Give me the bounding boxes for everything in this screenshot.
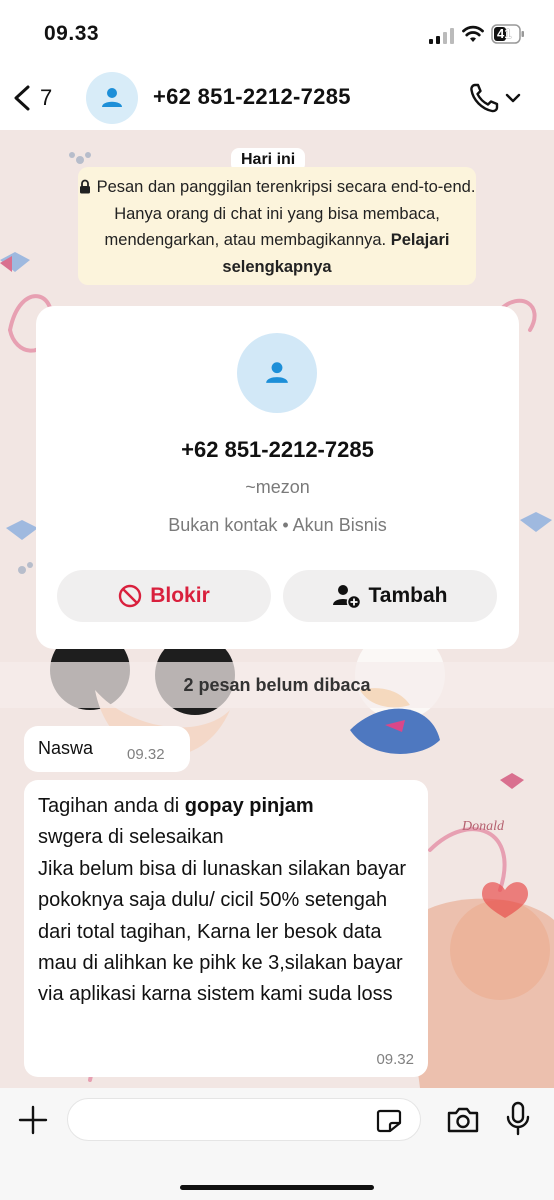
message-time: 09.32 [376, 1051, 414, 1068]
message-bubble[interactable]: Tagihan anda di gopay pinjam swgera di se… [24, 780, 428, 1077]
cellular-signal-icon [429, 28, 454, 44]
sticker-icon[interactable] [376, 1109, 402, 1133]
camera-icon[interactable] [446, 1106, 480, 1134]
add-contact-button[interactable]: Tambah [283, 570, 497, 622]
composer-bar [0, 1088, 554, 1200]
add-user-icon [332, 585, 361, 609]
contact-card: +62 851-2212-7285 ~mezon Bukan kontak • … [36, 306, 519, 649]
user-icon [102, 88, 122, 107]
unread-chats-count[interactable]: 7 [40, 85, 52, 111]
lock-icon [79, 179, 90, 194]
contact-avatar [237, 333, 317, 413]
contact-alias: ~mezon [245, 477, 310, 497]
user-icon [266, 362, 288, 383]
sender-name: Naswa [38, 738, 94, 758]
contact-meta: Bukan kontak • Akun Bisnis [168, 515, 387, 535]
message-text-rest: swgera di selesaikan Jika belum bisa di … [38, 826, 406, 1006]
add-label: Tambah [368, 584, 448, 607]
message-bubble-sender[interactable]: Naswa 09.32 [24, 726, 190, 772]
block-label: Blokir [150, 584, 210, 607]
phone-icon[interactable] [468, 82, 502, 114]
message-time: 09.32 [127, 746, 165, 763]
status-bar: 09.33 41 [0, 0, 554, 66]
chevron-down-icon[interactable] [505, 92, 521, 104]
block-icon [119, 584, 142, 608]
status-time: 09.33 [44, 22, 100, 45]
chat-header: 7 +62 851-2212-7285 [0, 66, 554, 130]
mic-icon[interactable] [505, 1101, 531, 1137]
back-chevron-icon[interactable] [10, 84, 34, 112]
contact-phone: +62 851-2212-7285 [181, 437, 374, 462]
wifi-icon [462, 25, 484, 42]
unread-banner: 2 pesan belum dibaca [0, 662, 554, 708]
battery-icon: 41 [491, 24, 525, 44]
message-text-bold: gopay pinjam [184, 795, 314, 817]
home-indicator[interactable] [180, 1185, 374, 1190]
avatar[interactable] [86, 72, 138, 124]
message-text-prefix: Tagihan anda di [38, 795, 185, 817]
battery-level: 41 [497, 26, 512, 41]
encryption-notice[interactable]: Pesan dan panggilan terenkripsi secara e… [78, 167, 476, 285]
plus-icon[interactable] [17, 1104, 49, 1136]
chat-title[interactable]: +62 851-2212-7285 [153, 84, 351, 110]
message-text: Tagihan anda di gopay pinjam swgera di se… [38, 791, 418, 1011]
message-input[interactable] [67, 1098, 421, 1141]
svg-text:Donald: Donald [461, 819, 505, 834]
block-button[interactable]: Blokir [57, 570, 271, 622]
